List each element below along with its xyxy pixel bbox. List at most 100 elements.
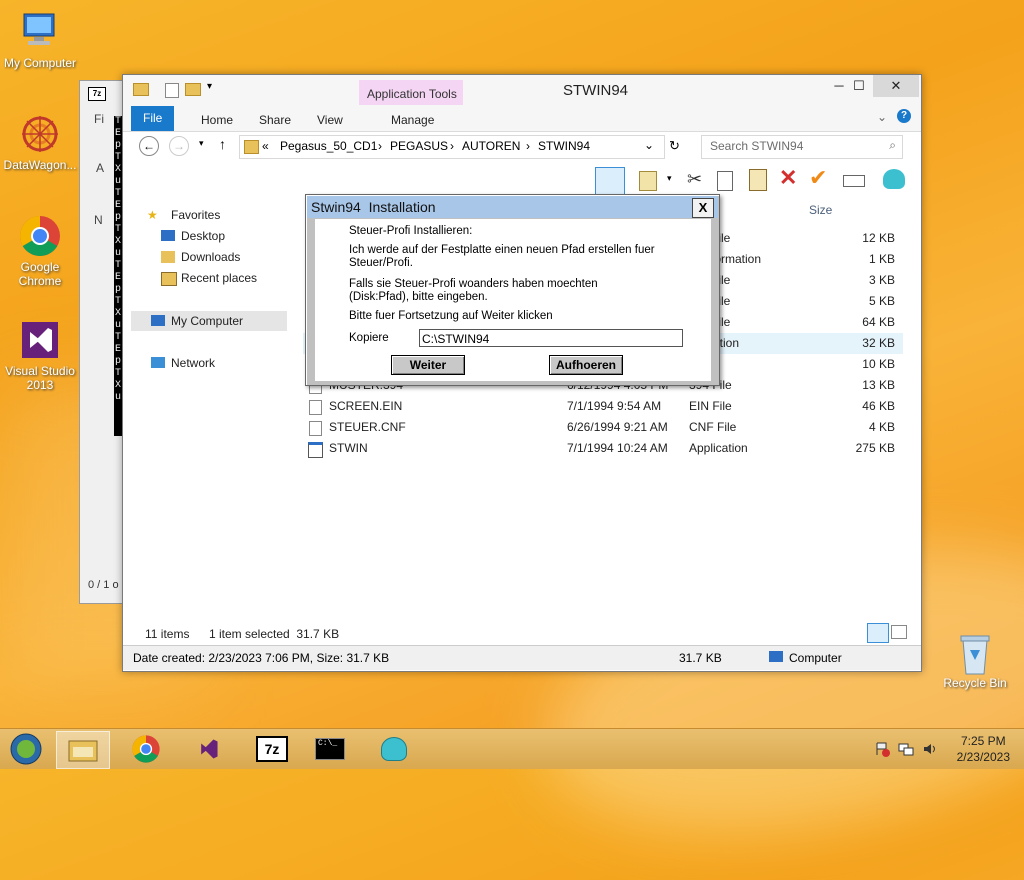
dialog-title-bar[interactable]: Stwin94 Installation X (307, 196, 718, 218)
start-button[interactable] (0, 731, 52, 767)
view-pane-icon[interactable] (595, 167, 625, 195)
delete-icon[interactable]: ✕ (779, 165, 797, 191)
desktop-icon-label: Visual Studio 2013 (5, 364, 75, 392)
chevron-right-icon[interactable]: › (378, 139, 382, 153)
toolbar-label: A (96, 161, 105, 175)
dialog-body: Steuer-Profi Installieren: Ich werde auf… (315, 219, 711, 381)
dialog-text: Falls sie Steuer-Profi woanders haben mo… (349, 278, 598, 290)
desktop-icon-label: DataWagon... (3, 158, 77, 172)
tab-manage[interactable]: Manage (379, 109, 446, 131)
desktop-icon-my-computer[interactable]: My Computer (0, 10, 80, 70)
paste-icon[interactable] (749, 169, 767, 191)
shell-icon (381, 737, 407, 761)
size-info: 31.7 KB (679, 651, 722, 665)
weiter-button[interactable]: Weiter (391, 355, 465, 375)
taskbar-7zip[interactable]: 7z (246, 731, 298, 767)
start-orb-icon (10, 733, 42, 765)
help-icon[interactable]: ? (897, 109, 911, 123)
dialog-text: Steuer/Profi. (349, 257, 413, 269)
breadcrumb-item[interactable]: Pegasus_50_CD1 (280, 139, 377, 153)
dialog-heading: Steuer-Profi Installieren: (349, 225, 473, 237)
address-bar[interactable]: « Pegasus_50_CD1 › PEGASUS › AUTOREN › S… (239, 135, 665, 159)
close-button[interactable]: ✕ (873, 75, 919, 97)
application-icon (308, 442, 323, 458)
volume-icon[interactable] (922, 741, 938, 757)
location-info: Computer (789, 651, 842, 665)
chevron-right-icon[interactable]: › (526, 139, 530, 153)
desktop-icon-chrome[interactable]: Google Chrome (0, 214, 80, 288)
address-dropdown-icon[interactable]: ⌄ (644, 138, 654, 152)
tab-view[interactable]: View (305, 109, 355, 131)
taskbar-chrome[interactable] (120, 731, 172, 767)
aufhoeren-button[interactable]: Aufhoeren (549, 355, 623, 375)
desktop-icon-label: Recycle Bin (943, 676, 1007, 690)
network-icon[interactable] (898, 741, 914, 757)
large-icons-view-button[interactable] (891, 625, 907, 639)
dialog-text: Ich werde auf der Festplatte einen neuen… (349, 244, 655, 256)
desktop-icon-datawagon[interactable]: DataWagon... (0, 112, 80, 172)
ribbon-tabs: File Home Share View Manage ⌄ ? (123, 105, 921, 132)
refresh-icon[interactable]: ↻ (669, 138, 680, 154)
file-row[interactable]: SCREEN.EIN 7/1/1994 9:54 AM EIN File 46 … (303, 396, 903, 417)
column-label: N (94, 213, 103, 227)
file-row[interactable]: STWIN 7/1/1994 10:24 AM Application 275 … (303, 438, 903, 459)
breadcrumb-item[interactable]: AUTOREN (462, 139, 520, 153)
search-input[interactable]: Search STWIN94 ⌕ (701, 135, 903, 159)
maximize-button[interactable]: ☐ (845, 75, 873, 97)
rename-icon[interactable] (843, 175, 865, 187)
breadcrumb-item[interactable]: PEGASUS (390, 139, 448, 153)
tab-file[interactable]: File (131, 106, 175, 131)
visual-studio-icon (201, 739, 218, 759)
tab-share[interactable]: Share (247, 109, 303, 131)
recent-locations-icon[interactable]: ▾ (199, 138, 204, 149)
item-count: 11 items (145, 627, 190, 641)
command-prompt-icon: C:\_ (315, 738, 345, 760)
new-folder-icon[interactable] (185, 83, 201, 96)
chevron-right-icon[interactable]: › (450, 139, 454, 153)
expand-ribbon-icon[interactable]: ⌄ (877, 110, 887, 124)
clock-date: 2/23/2023 (956, 750, 1010, 764)
dialog-close-button[interactable]: X (692, 198, 714, 218)
shell-icon[interactable] (883, 169, 905, 189)
star-icon: ★ (147, 208, 158, 222)
chevron-down-icon[interactable]: ▾ (207, 81, 212, 92)
datawagon-icon (18, 112, 62, 156)
action-center-icon[interactable] (874, 741, 890, 757)
breadcrumb-item[interactable]: STWIN94 (538, 139, 590, 153)
file-row[interactable]: STEUER.CNF 6/26/1994 9:21 AM CNF File 4 … (303, 417, 903, 438)
file-icon (309, 421, 322, 436)
system-clock[interactable]: 7:25 PM 2/23/2023 (957, 733, 1010, 765)
taskbar-shell-app[interactable] (368, 731, 420, 767)
properties-icon[interactable] (639, 171, 657, 191)
back-button[interactable]: ← (139, 136, 159, 156)
cut-icon[interactable]: ✂ (687, 169, 702, 190)
kopiere-path-input[interactable]: C:\STWIN94 (419, 329, 683, 347)
taskbar-explorer[interactable] (56, 731, 110, 769)
dialog-text: Bitte fuer Fortsetzung auf Weiter klicke… (349, 310, 553, 322)
tab-home[interactable]: Home (189, 109, 245, 131)
up-button[interactable]: ↑ (219, 136, 226, 152)
forward-button[interactable]: → (169, 136, 189, 156)
taskbar-cmd[interactable]: C:\_ (304, 731, 356, 767)
desktop-icon-recycle-bin[interactable]: Recycle Bin (934, 630, 1016, 690)
recent-places-icon (161, 272, 177, 286)
chrome-icon (18, 214, 62, 258)
window-title: STWIN94 (563, 82, 629, 99)
chevron-down-icon[interactable]: ▾ (667, 173, 672, 184)
title-bar[interactable]: ▾ STWIN94 ─ ☐ ✕ (123, 75, 921, 105)
breadcrumb-overflow[interactable]: « (262, 139, 269, 153)
details-view-button[interactable] (867, 623, 889, 643)
checkmark-icon[interactable]: ✔ (809, 165, 827, 191)
date-created-info: Date created: 2/23/2023 7:06 PM, Size: 3… (133, 651, 390, 665)
computer-icon (151, 315, 165, 326)
dialog-title: Stwin94 Installation (311, 199, 436, 215)
installation-dialog[interactable]: Stwin94 Installation X Steuer-Profi Inst… (305, 194, 720, 386)
column-header-size[interactable]: Size (809, 203, 832, 217)
nav-my-computer[interactable]: My Computer (131, 311, 287, 331)
copy-icon[interactable] (717, 171, 733, 191)
desktop-icon-visual-studio[interactable]: Visual Studio 2013 (0, 318, 80, 392)
properties-icon[interactable] (165, 83, 179, 98)
network-icon (151, 357, 165, 368)
clock-time: 7:25 PM (960, 734, 1006, 748)
taskbar-visual-studio[interactable] (182, 731, 234, 767)
